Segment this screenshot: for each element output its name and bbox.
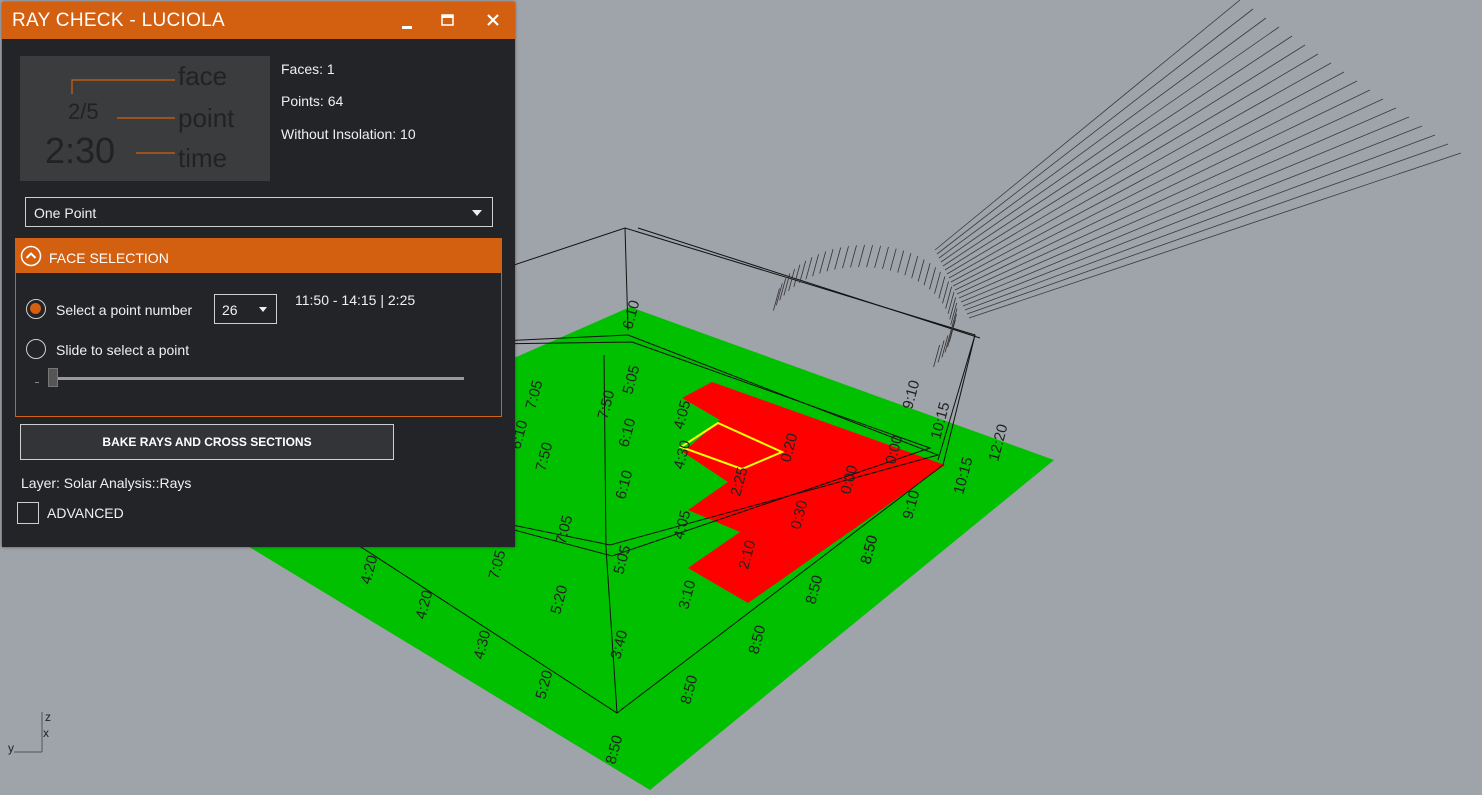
fan-ray: [889, 248, 897, 271]
face-selection-header[interactable]: FACE SELECTION: [16, 239, 501, 273]
point-slider-thumb[interactable]: [48, 368, 58, 387]
fan-ray: [793, 264, 801, 287]
maximize-button[interactable]: [438, 8, 462, 32]
sun-ray: [942, 35, 1293, 267]
mode-dropdown-value: One Point: [34, 205, 97, 221]
fan-ray: [874, 245, 881, 268]
slider-tick: [35, 382, 39, 383]
fan-ray: [826, 249, 834, 272]
face-selection-title: FACE SELECTION: [49, 250, 169, 266]
fan-ray: [917, 259, 925, 282]
fan-ray: [911, 256, 919, 279]
fan-ray: [773, 288, 780, 311]
sun-ray: [940, 26, 1280, 263]
sun-ray: [948, 62, 1332, 279]
fan-ray: [866, 245, 873, 268]
fan-ray: [858, 244, 865, 268]
sun-ray: [956, 98, 1384, 295]
fan-ray: [799, 260, 807, 283]
close-icon: [487, 14, 499, 26]
legend-time: 2:30: [45, 130, 115, 171]
fan-ray: [805, 257, 813, 280]
faces-count: Faces: 1: [281, 61, 335, 77]
axis-z-label: z: [45, 710, 51, 724]
sun-rays: [934, 0, 1462, 319]
sun-ray: [954, 89, 1371, 291]
sun-ray: [946, 53, 1319, 275]
axis-gizmo: z x y: [8, 710, 51, 755]
fan-ray: [842, 246, 849, 269]
fan-ray: [929, 267, 936, 290]
sun-ray: [936, 8, 1254, 255]
viewport-time-label: 9:10: [899, 378, 923, 411]
ray-fan: [773, 244, 958, 368]
sun-ray: [938, 17, 1267, 259]
chevron-down-icon: [259, 307, 267, 312]
minimize-icon: [402, 26, 412, 29]
sun-ray: [964, 134, 1436, 311]
sun-ray: [968, 152, 1462, 319]
legend-image: face point time 2/5 2:30: [20, 56, 270, 181]
maximize-icon: [441, 14, 454, 26]
collapse-icon[interactable]: [20, 245, 42, 267]
legend-label-time: time: [178, 143, 227, 173]
chevron-down-icon: [472, 210, 482, 216]
point-number-dropdown[interactable]: 26: [214, 294, 277, 324]
fan-ray: [819, 251, 827, 274]
legend-fraction: 2/5: [68, 99, 99, 124]
close-button[interactable]: [481, 8, 505, 32]
fan-ray: [812, 254, 819, 277]
legend-label-face: face: [178, 61, 227, 91]
slide-select-label: Slide to select a point: [56, 342, 190, 358]
advanced-label: ADVANCED: [47, 505, 124, 521]
fan-ray: [882, 246, 889, 270]
point-number-label: Select a point number: [56, 302, 193, 318]
minimize-button[interactable]: [396, 8, 420, 32]
fan-ray: [897, 250, 905, 273]
radio-selected-dot: [30, 303, 41, 314]
fan-ray: [923, 263, 931, 286]
sun-ray: [966, 143, 1449, 315]
axis-y-label: y: [8, 741, 14, 755]
fan-ray: [934, 271, 941, 294]
sun-ray: [934, 0, 1241, 251]
layer-info: Layer: Solar Analysis::Rays: [21, 475, 192, 491]
sun-ray: [958, 107, 1397, 299]
fan-ray: [834, 247, 842, 270]
point-number-radio[interactable]: [26, 299, 46, 319]
axis-x-label: x: [43, 726, 49, 740]
points-count: Points: 64: [281, 93, 344, 109]
fan-ray: [850, 245, 857, 268]
bake-rays-button[interactable]: BAKE RAYS AND CROSS SECTIONS: [20, 424, 394, 460]
fan-ray: [904, 253, 912, 276]
advanced-checkbox[interactable]: [17, 502, 39, 524]
fan-ray: [933, 344, 941, 368]
without-insolation-count: Without Insolation: 10: [281, 126, 416, 142]
title-bar[interactable]: RAY CHECK - LUCIOLA: [2, 2, 515, 39]
mode-dropdown[interactable]: One Point: [25, 197, 493, 227]
fan-ray: [938, 276, 946, 299]
window-title: RAY CHECK - LUCIOLA: [12, 10, 225, 31]
ray-check-panel: RAY CHECK - LUCIOLA face point time 2/5 …: [2, 2, 515, 547]
face-selection-section: FACE SELECTION Select a point number 26 …: [15, 238, 502, 417]
sun-ray: [944, 44, 1306, 271]
slide-select-radio[interactable]: [26, 339, 46, 359]
legend-label-point: point: [178, 103, 235, 133]
point-slider-track[interactable]: [52, 377, 464, 380]
time-range: 11:50 - 14:15 | 2:25: [295, 292, 416, 308]
point-number-value: 26: [222, 302, 238, 318]
